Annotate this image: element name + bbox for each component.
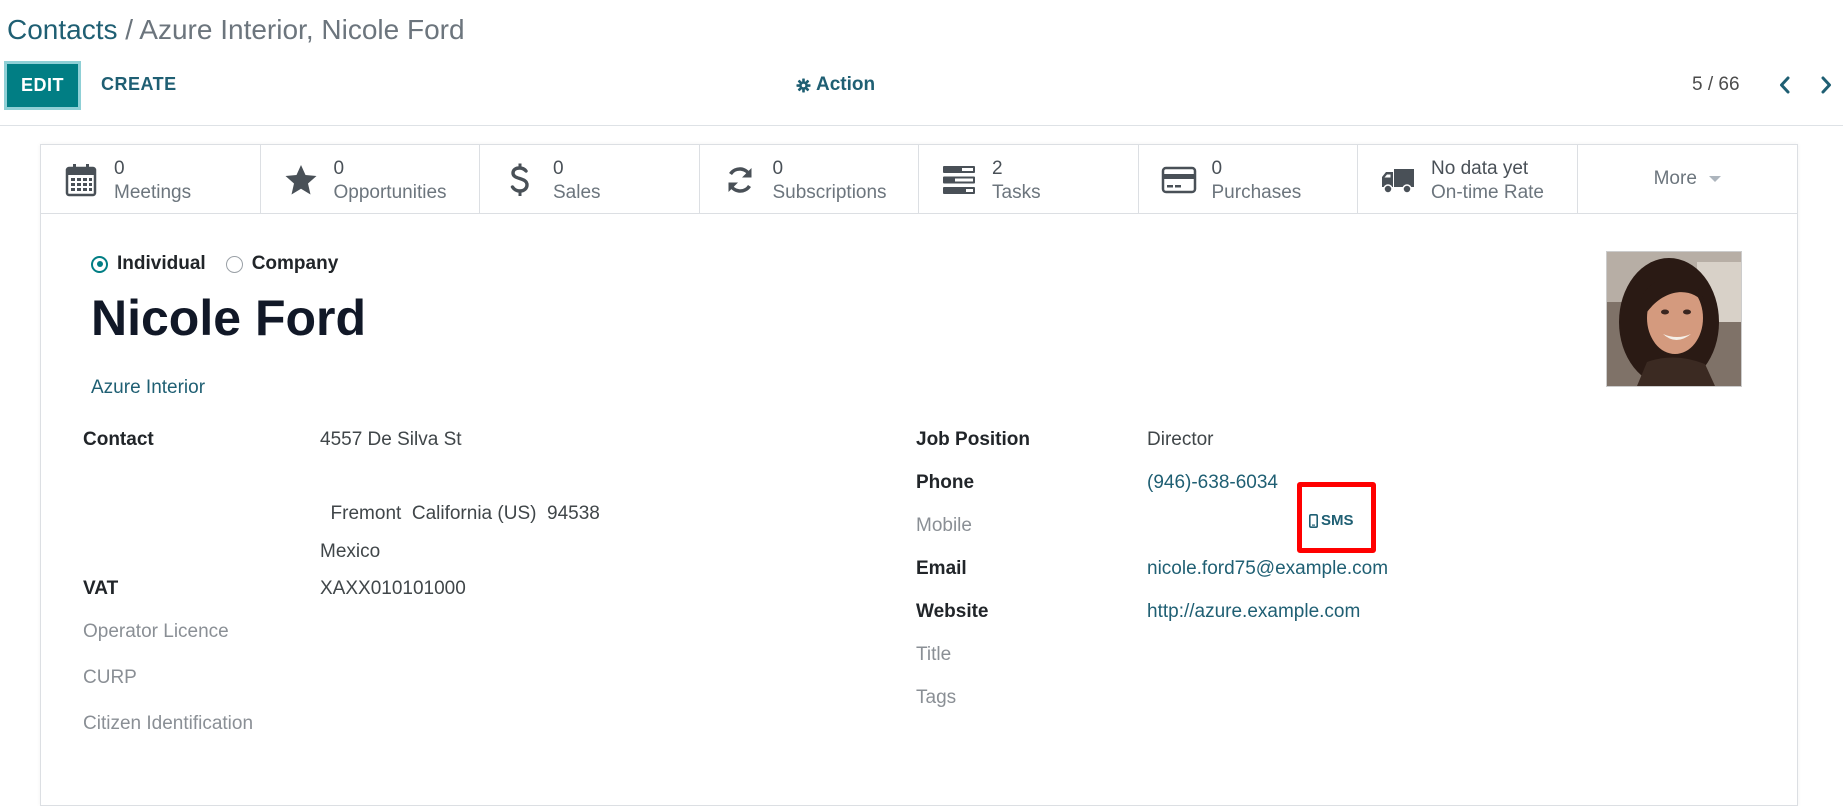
on-time-rate-label: On-time Rate (1431, 182, 1544, 203)
sales-count: 0 (553, 158, 564, 179)
smart-button-box: 0 Meetings 0 Opportunities 0 Sales 0 Sub… (41, 145, 1797, 214)
opportunities-label: Opportunities (333, 182, 447, 203)
subscriptions-label: Subscriptions (772, 182, 887, 203)
city-state-zip-value: Fremont California (US) 94538 (320, 503, 600, 524)
mobile-icon (1309, 513, 1318, 528)
vat-label: VAT (83, 578, 119, 599)
job-position-label: Job Position (916, 429, 1030, 450)
job-position-value: Director (1147, 429, 1214, 450)
individual-label: Individual (117, 253, 206, 274)
meetings-button[interactable]: 0 Meetings (41, 145, 261, 213)
caret-down-icon (1708, 176, 1721, 182)
meetings-label: Meetings (114, 182, 192, 203)
website-link[interactable]: http://azure.example.com (1147, 601, 1360, 623)
tasks-button[interactable]: 2 Tasks (919, 145, 1139, 213)
action-menu-button[interactable]: Action (796, 74, 875, 96)
individual-radio[interactable] (91, 255, 108, 273)
contact-label: Contact (83, 429, 154, 450)
tasks-label: Tasks (992, 182, 1041, 203)
chevron-left-icon (1780, 76, 1790, 94)
company-label: Company (251, 253, 339, 274)
individual-option[interactable]: Individual (91, 253, 206, 275)
subscriptions-button[interactable]: 0 Subscriptions (700, 145, 919, 213)
partner-name: Nicole Ford (91, 290, 367, 346)
parent-company-link[interactable]: Azure Interior (91, 377, 205, 399)
company-option[interactable]: Company (225, 253, 339, 275)
create-button[interactable]: CREATE (101, 74, 177, 95)
sales-label: Sales (553, 182, 601, 203)
phone-label: Phone (916, 472, 975, 493)
breadcrumb: Contacts / Azure Interior, Nicole Ford (7, 12, 465, 48)
star-icon (283, 163, 319, 197)
dollar-icon (502, 163, 538, 197)
pager-previous-button[interactable] (1772, 71, 1798, 99)
more-button[interactable]: More (1578, 145, 1798, 213)
pager-value[interactable]: 5 / 66 (1692, 74, 1740, 96)
control-panel: Contacts / Azure Interior, Nicole Ford E… (0, 0, 1843, 126)
company-radio[interactable] (225, 255, 243, 273)
avatar[interactable] (1606, 251, 1742, 387)
curp-label: CURP (83, 667, 137, 688)
street-value: 4557 De Silva St (320, 429, 462, 450)
mobile-label: Mobile (916, 515, 972, 536)
tags-label: Tags (916, 687, 957, 708)
email-link[interactable]: nicole.ford75@example.com (1147, 558, 1388, 580)
truck-icon (1380, 163, 1416, 197)
chevron-right-icon (1821, 76, 1831, 94)
gear-icon (796, 77, 811, 93)
meetings-count: 0 (114, 158, 125, 179)
on-time-rate-button[interactable]: No data yet On-time Rate (1358, 145, 1578, 213)
vat-value: XAXX010101000 (320, 578, 466, 599)
calendar-icon (63, 163, 99, 197)
more-label: More (1653, 168, 1697, 189)
form-sheet: 0 Meetings 0 Opportunities 0 Sales 0 Sub… (40, 144, 1798, 806)
on-time-rate-value: No data yet (1431, 158, 1529, 179)
sales-button[interactable]: 0 Sales (480, 145, 700, 213)
title-label: Title (916, 644, 952, 665)
action-label: Action (816, 74, 876, 95)
pager-next-button[interactable] (1813, 71, 1839, 99)
website-label: Website (916, 601, 989, 622)
sms-label: SMS (1321, 512, 1354, 529)
opportunities-count: 0 (333, 158, 345, 179)
refresh-icon (722, 163, 758, 197)
breadcrumb-separator: / (125, 14, 134, 45)
credit-card-icon (1161, 163, 1197, 197)
purchases-count: 0 (1211, 158, 1223, 179)
operator-licence-label: Operator Licence (83, 621, 229, 642)
phone-link[interactable]: (946)-638-6034 (1147, 472, 1278, 494)
tasks-icon (941, 163, 977, 197)
citizen-identification-label: Citizen Identification (83, 713, 254, 734)
tasks-count: 2 (992, 158, 1003, 179)
company-type-radio: Individual Company (91, 253, 338, 275)
edit-button[interactable]: EDIT (4, 61, 81, 110)
opportunities-button[interactable]: 0 Opportunities (261, 145, 480, 213)
country-value: Mexico (320, 541, 381, 562)
subscriptions-count: 0 (772, 158, 784, 179)
purchases-button[interactable]: 0 Purchases (1139, 145, 1358, 213)
purchases-label: Purchases (1211, 182, 1302, 203)
breadcrumb-current: Azure Interior, Nicole Ford (139, 14, 465, 45)
breadcrumb-contacts-link[interactable]: Contacts (7, 14, 118, 45)
email-label: Email (916, 558, 967, 579)
sms-button[interactable]: SMS (1309, 512, 1354, 529)
